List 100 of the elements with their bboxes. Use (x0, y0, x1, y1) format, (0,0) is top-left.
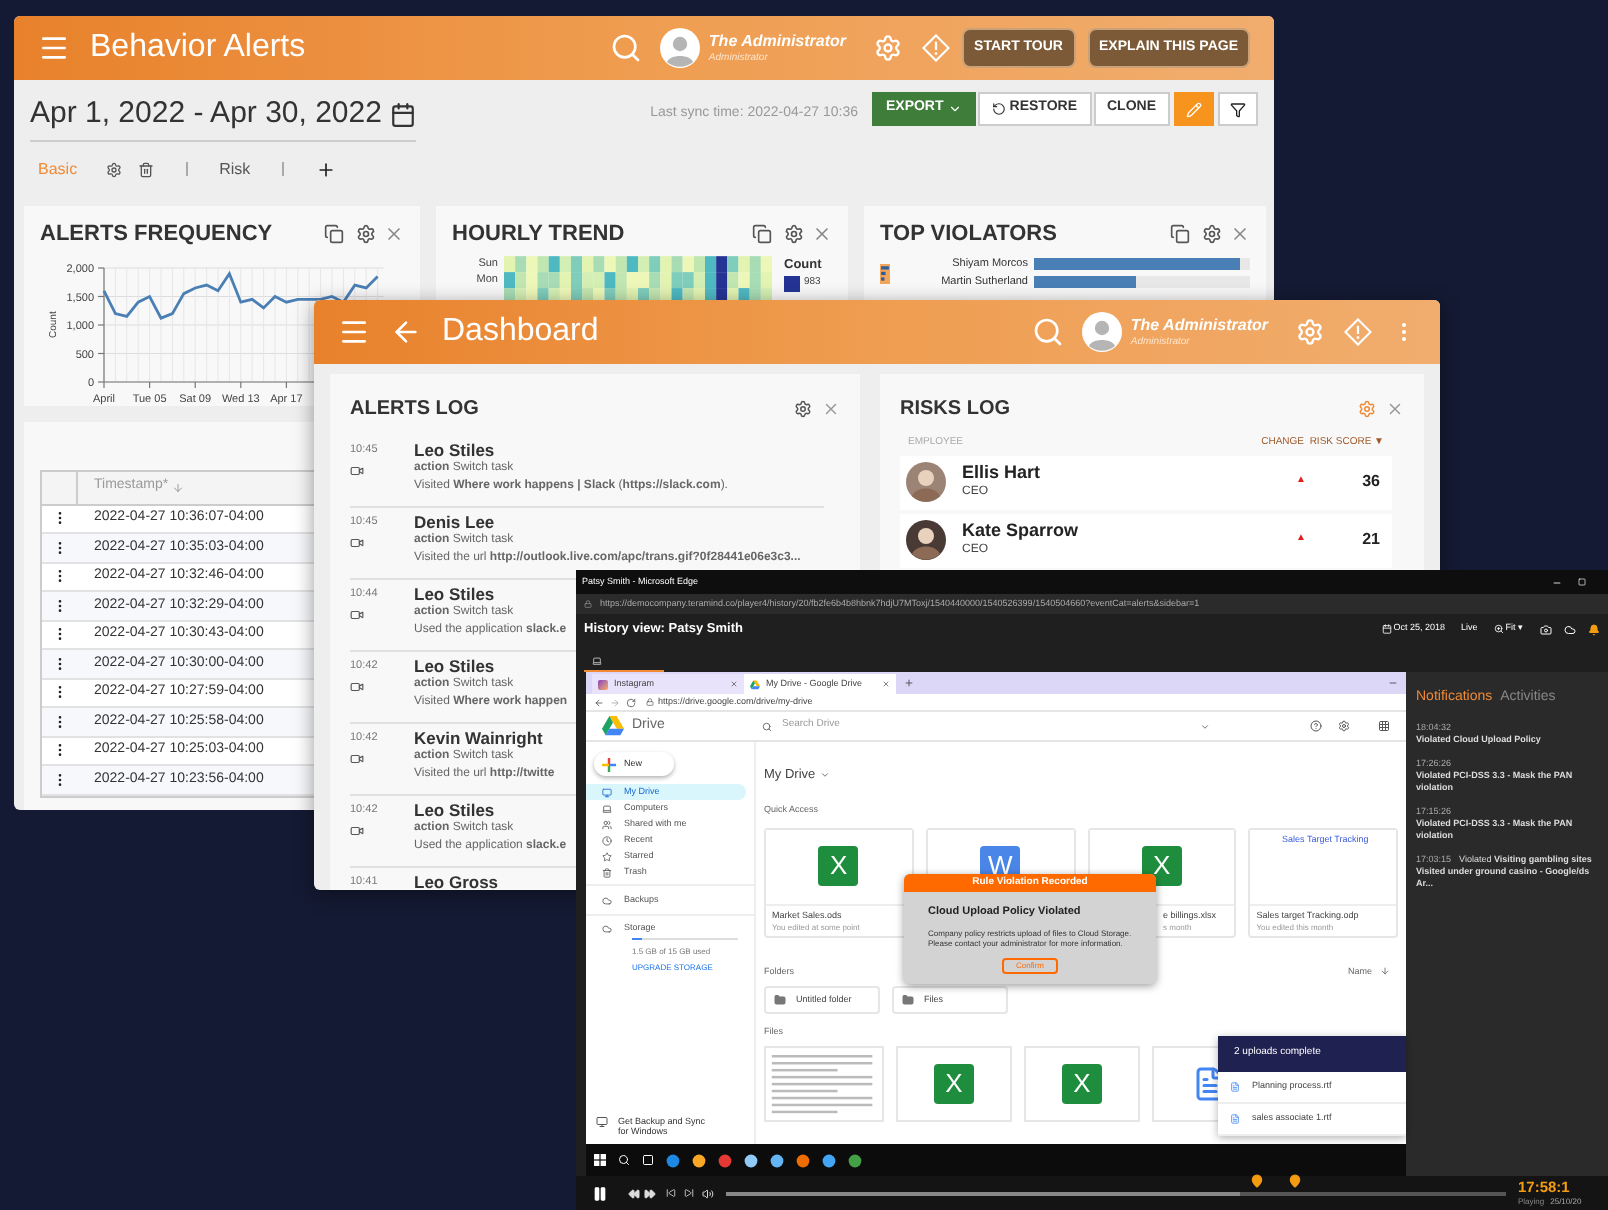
employee-name: Leo Gross (414, 874, 499, 890)
date-range[interactable]: Apr 1, 2022 - Apr 30, 2022 (30, 92, 382, 137)
back-icon[interactable] (390, 316, 422, 348)
help-icon[interactable] (1310, 720, 1322, 732)
menu-icon[interactable] (338, 316, 370, 348)
settings-icon[interactable] (1338, 720, 1350, 732)
card-title: RISKS LOG (900, 396, 1011, 424)
user-name: The Administrator (708, 33, 847, 49)
copy-icon[interactable] (1170, 223, 1190, 244)
event-marker-icon (1250, 1173, 1264, 1187)
search-icon (762, 721, 772, 731)
drive-logo (602, 716, 624, 736)
lock-icon (584, 600, 592, 608)
settings-icon[interactable] (356, 223, 376, 244)
laptop-icon (592, 656, 602, 666)
folder-icon (774, 994, 786, 1007)
pause-icon[interactable] (592, 1185, 608, 1201)
copy-icon[interactable] (752, 223, 772, 244)
employee-name: Leo Stiles (414, 586, 497, 604)
laptop-icon (602, 803, 612, 813)
person-avatar (906, 520, 946, 560)
employee-name: Leo Stiles (414, 802, 497, 820)
reload-icon[interactable] (626, 697, 636, 707)
event-marker-icon (1288, 1173, 1302, 1187)
file-thumbnail[interactable] (764, 1046, 884, 1122)
caret-icon (1200, 721, 1210, 731)
employee-name: Denis Lee (414, 514, 497, 532)
back-icon[interactable] (594, 697, 604, 707)
calendar-icon[interactable] (389, 101, 416, 128)
video-icon[interactable] (350, 752, 364, 767)
file-thumbnail[interactable]: X (1024, 1046, 1140, 1122)
bell-icon[interactable] (1588, 623, 1600, 635)
video-icon[interactable] (350, 536, 364, 551)
search-icon[interactable] (618, 1154, 630, 1166)
close-icon[interactable] (1230, 223, 1250, 244)
card-title: ALERTS LOG (350, 396, 479, 424)
minimize-icon[interactable] (1552, 577, 1562, 587)
new-tab-icon[interactable] (904, 678, 914, 688)
page-title: Dashboard (442, 312, 599, 352)
user-name: The Administrator (1130, 317, 1268, 333)
add-tab-icon[interactable] (316, 159, 337, 179)
start-icon[interactable] (594, 1154, 606, 1166)
risk-score: 21 (1360, 528, 1382, 552)
caret-icon (947, 102, 962, 116)
video-icon[interactable] (350, 680, 364, 695)
fast-forward-icon[interactable] (644, 1187, 656, 1199)
legend-swatch (784, 275, 800, 292)
pencil-icon (1186, 101, 1202, 117)
dashboard-tab[interactable]: Risk (219, 157, 251, 181)
close-icon[interactable] (384, 223, 404, 244)
settings-icon[interactable] (794, 400, 812, 418)
site-icon (598, 679, 608, 689)
widget-title: ALERTS FREQUENCY (40, 219, 273, 249)
document-icon (1230, 1114, 1240, 1124)
person-avatar (906, 462, 946, 502)
settings-icon[interactable] (1202, 223, 1222, 244)
caret-icon (819, 770, 830, 781)
volume-icon[interactable] (702, 1187, 714, 1199)
close-icon[interactable] (1386, 400, 1404, 418)
video-icon[interactable] (350, 824, 364, 839)
clock-icon (602, 835, 612, 845)
employee-name: Kevin Wainright (414, 730, 545, 748)
monitor-icon (602, 787, 612, 797)
filter-button[interactable] (1218, 92, 1258, 126)
trash-icon[interactable] (137, 161, 154, 177)
folder-icon (902, 994, 914, 1007)
settings-icon[interactable] (784, 223, 804, 244)
rewind-icon[interactable] (628, 1187, 640, 1199)
copy-icon[interactable] (324, 223, 344, 244)
employee-name: Leo Stiles (414, 658, 497, 676)
close-icon[interactable] (822, 400, 840, 418)
camera-icon[interactable] (1540, 623, 1552, 635)
employee-name: Ellis Hart (962, 462, 1043, 482)
risk-score: 36 (1360, 470, 1382, 494)
cloud-icon[interactable] (1564, 623, 1576, 635)
file-thumbnail[interactable]: X (896, 1046, 1012, 1122)
undo-icon (991, 102, 1006, 116)
plus-icon (602, 757, 616, 771)
settings-icon[interactable] (105, 161, 122, 177)
zoom-icon[interactable] (1493, 624, 1504, 634)
menu-icon[interactable] (38, 32, 70, 64)
close-icon[interactable] (812, 223, 832, 244)
sort-icon[interactable] (1380, 966, 1390, 977)
star-icon (602, 851, 612, 861)
task-view-icon[interactable] (642, 1154, 654, 1166)
skip-back-icon[interactable] (666, 1188, 676, 1198)
apps-icon[interactable] (1378, 720, 1390, 732)
widget-title: HOURLY TREND (452, 219, 625, 249)
page-title: Behavior Alerts (90, 28, 306, 68)
employee-name: Kate Sparrow (962, 520, 1081, 540)
maximize-icon[interactable] (1578, 578, 1586, 586)
widget-title: TOP VIOLATORS (880, 219, 1057, 249)
skip-forward-icon[interactable] (684, 1188, 694, 1198)
drive-logo (750, 679, 760, 689)
monitor-icon (596, 1116, 608, 1128)
lock-icon (646, 698, 654, 706)
video-icon[interactable] (350, 464, 364, 479)
video-icon[interactable] (350, 608, 364, 623)
people-icon (602, 819, 612, 829)
trash-icon (602, 867, 612, 877)
